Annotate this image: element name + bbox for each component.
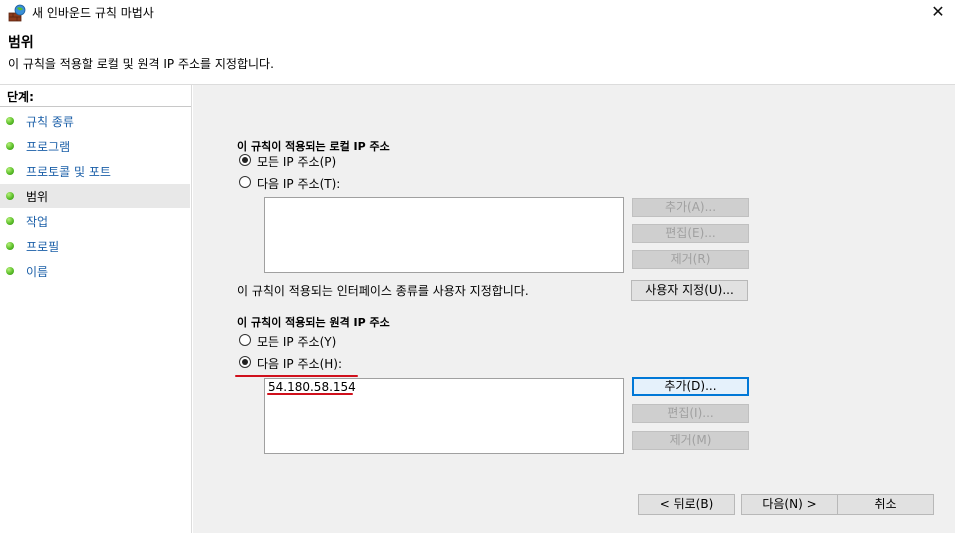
close-button[interactable]: ✕ xyxy=(925,0,951,24)
step-protocol-ports[interactable]: 프로토콜 및 포트 xyxy=(0,159,190,183)
local-add-button[interactable]: 추가(A)... xyxy=(632,198,749,217)
remote-ip-list[interactable]: 54.180.58.154 xyxy=(264,378,624,454)
remote-remove-button[interactable]: 제거(M) xyxy=(632,431,749,450)
annotation-underline-remote-option xyxy=(235,375,358,377)
radio-unselected-icon xyxy=(239,176,251,188)
remote-ip-entry[interactable]: 54.180.58.154 xyxy=(268,380,356,394)
radio-label: 모든 IP 주소(Y) xyxy=(257,335,337,349)
radio-selected-icon xyxy=(239,356,251,368)
radio-unselected-icon xyxy=(239,334,251,346)
step-label: 프로그램 xyxy=(26,140,71,154)
step-label: 범위 xyxy=(26,190,49,204)
step-action[interactable]: 작업 xyxy=(0,209,190,233)
step-bullet-icon xyxy=(6,167,14,175)
local-ip-list[interactable] xyxy=(264,197,624,273)
steps-sidebar: 단계: 규칙 종류 프로그램 프로토콜 및 포트 범위 작업 프로필 이름 xyxy=(0,85,191,533)
step-bullet-icon xyxy=(6,217,14,225)
cancel-button[interactable]: 취소 xyxy=(837,494,934,515)
step-bullet-icon xyxy=(6,267,14,275)
step-program[interactable]: 프로그램 xyxy=(0,134,190,158)
step-bullet-icon xyxy=(6,192,14,200)
step-label: 작업 xyxy=(26,215,49,229)
local-ip-group-label: 이 규칙이 적용되는 로컬 IP 주소 xyxy=(237,140,390,153)
title-bar: 새 인바운드 규칙 마법사 ✕ xyxy=(0,0,955,26)
step-label: 규칙 종류 xyxy=(26,115,74,129)
close-icon: ✕ xyxy=(931,2,945,21)
steps-heading-divider xyxy=(0,106,191,107)
step-bullet-icon xyxy=(6,142,14,150)
annotation-underline-ip-entry xyxy=(267,393,353,395)
local-remove-button[interactable]: 제거(R) xyxy=(632,250,749,269)
sidebar-divider xyxy=(191,85,192,533)
step-rule-type[interactable]: 규칙 종류 xyxy=(0,109,190,133)
interface-types-text: 이 규칙이 적용되는 인터페이스 종류를 사용자 지정합니다. xyxy=(237,284,529,298)
step-profile[interactable]: 프로필 xyxy=(0,234,190,258)
page-title: 범위 xyxy=(8,35,34,51)
steps-heading: 단계: xyxy=(7,90,34,104)
radio-label: 다음 IP 주소(H): xyxy=(257,357,342,371)
step-label: 프로토콜 및 포트 xyxy=(26,165,111,179)
window-title: 새 인바운드 규칙 마법사 xyxy=(32,6,154,20)
step-label: 프로필 xyxy=(26,240,60,254)
radio-selected-icon xyxy=(239,154,251,166)
scope-panel: 이 규칙이 적용되는 로컬 IP 주소 모든 IP 주소(P) 다음 IP 주소… xyxy=(193,85,955,533)
radio-label: 다음 IP 주소(T): xyxy=(257,177,341,191)
remote-ip-group-label: 이 규칙이 적용되는 원격 IP 주소 xyxy=(237,316,390,329)
step-label: 이름 xyxy=(26,265,49,279)
step-bullet-icon xyxy=(6,242,14,250)
radio-label: 모든 IP 주소(P) xyxy=(257,155,337,169)
local-edit-button[interactable]: 편집(E)... xyxy=(632,224,749,243)
wizard-header: 범위 이 규칙을 적용할 로컬 및 원격 IP 주소를 지정합니다. xyxy=(0,26,955,84)
next-button[interactable]: 다음(N) > xyxy=(741,494,838,515)
remote-edit-button[interactable]: 편집(I)... xyxy=(632,404,749,423)
step-scope[interactable]: 범위 xyxy=(0,184,190,208)
remote-add-button[interactable]: 추가(D)... xyxy=(632,377,749,396)
firewall-wizard-icon xyxy=(8,4,26,22)
customize-interface-button[interactable]: 사용자 지정(U)... xyxy=(631,280,748,301)
step-name[interactable]: 이름 xyxy=(0,259,190,283)
back-button[interactable]: < 뒤로(B) xyxy=(638,494,735,515)
step-bullet-icon xyxy=(6,117,14,125)
page-description: 이 규칙을 적용할 로컬 및 원격 IP 주소를 지정합니다. xyxy=(8,57,274,71)
